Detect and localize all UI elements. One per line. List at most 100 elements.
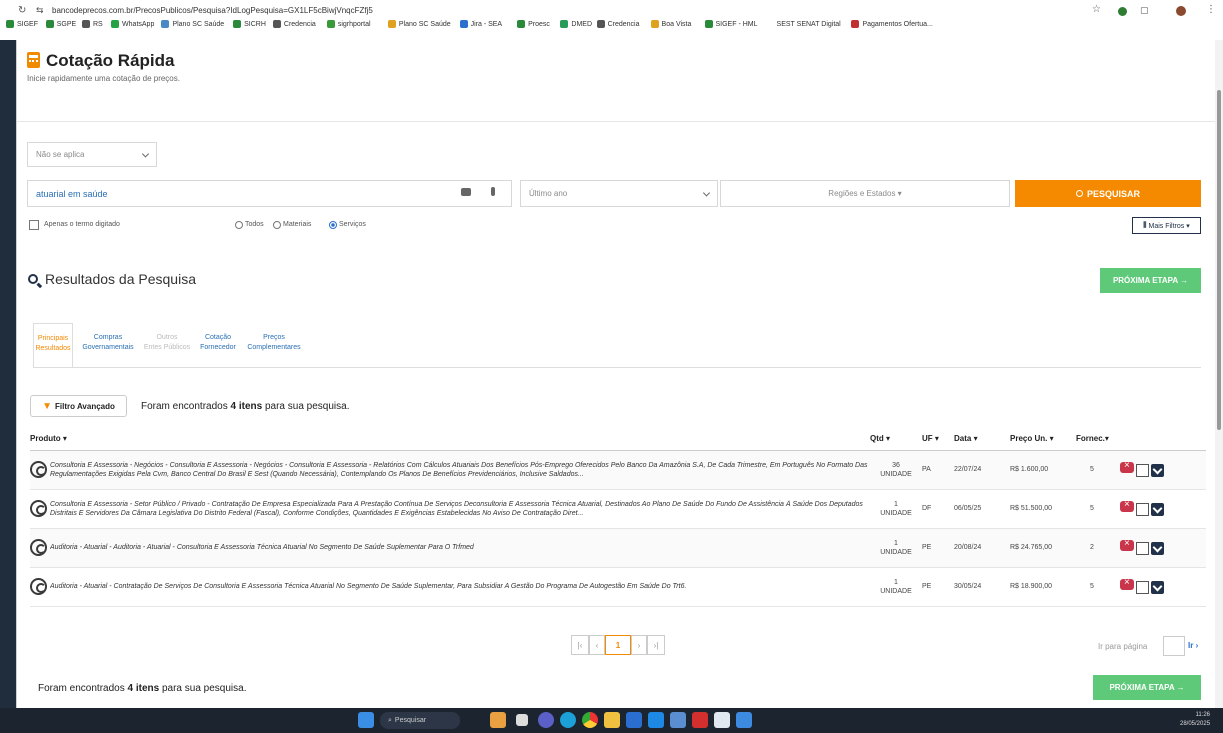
next-step-button-bottom[interactable]: PRÓXIMA ETAPA → bbox=[1093, 675, 1201, 700]
radio-all[interactable] bbox=[235, 221, 243, 229]
bookmark-item[interactable]: Pagamentos Ofertua... bbox=[851, 20, 933, 28]
bookmark-item[interactable]: RS bbox=[81, 20, 103, 28]
remove-icon[interactable] bbox=[1120, 577, 1134, 590]
acrobat-icon[interactable] bbox=[692, 712, 708, 728]
expand-icon[interactable] bbox=[1150, 542, 1164, 556]
orgao-select[interactable]: Não se aplica bbox=[27, 142, 157, 167]
col-product[interactable]: Produto ▾ bbox=[30, 428, 870, 451]
bookmark-item[interactable]: Proesc bbox=[517, 20, 550, 28]
tab-government[interactable]: Compras Governamentais bbox=[77, 333, 139, 353]
search-input[interactable]: atuarial em saúde bbox=[27, 180, 512, 207]
extensions-puzzle-icon[interactable]: ▢ bbox=[1140, 5, 1149, 16]
bookmark-item[interactable]: SICRH bbox=[233, 20, 266, 28]
bookmark-item[interactable]: DMED bbox=[560, 20, 592, 28]
region-select[interactable]: Regiões e Estados ▾ bbox=[720, 180, 1010, 207]
date-value: 30/05/24 bbox=[954, 567, 1010, 607]
select-checkbox[interactable] bbox=[1135, 581, 1149, 595]
col-date[interactable]: Data ▾ bbox=[954, 428, 1010, 451]
bookmark-item[interactable]: Credencia bbox=[596, 20, 640, 28]
windows-start-icon[interactable] bbox=[358, 712, 374, 728]
pager-first[interactable]: |‹ bbox=[571, 635, 589, 655]
table-row[interactable]: Consultoria E Assessoria - Negócios - Co… bbox=[30, 450, 1206, 490]
taskbar-clock[interactable]: 11:26 28/05/2025 bbox=[1180, 711, 1210, 729]
bookmark-item[interactable]: WhatsApp bbox=[111, 20, 154, 28]
qty-value: 1 bbox=[894, 578, 898, 586]
remove-icon[interactable] bbox=[1120, 460, 1134, 473]
qty-unit: UNIDADE bbox=[880, 587, 912, 595]
chrome-icon[interactable] bbox=[582, 712, 598, 728]
bookmark-item[interactable]: SIGEF - HML bbox=[704, 20, 758, 28]
bookmark-item[interactable]: SEST SENAT Digital bbox=[765, 20, 841, 28]
bookmark-item[interactable]: Jira - SEA bbox=[459, 20, 502, 28]
extension-icon[interactable] bbox=[1118, 7, 1127, 16]
col-suppliers[interactable]: Fornec.▾ bbox=[1076, 428, 1120, 451]
product-description[interactable]: Consultoria E Assessoria - Negócios - Co… bbox=[50, 461, 870, 479]
site-info-icon[interactable]: ⇆ bbox=[36, 5, 44, 16]
url-text[interactable]: bancodeprecos.com.br/PrecosPublicos/Pesq… bbox=[52, 6, 373, 15]
bookmark-item[interactable]: Plano SC Saúde bbox=[161, 20, 224, 28]
table-row[interactable]: Consultoria E Assessoria - Setor Público… bbox=[30, 489, 1206, 529]
tab-main-results[interactable]: Principais Resultados bbox=[33, 323, 73, 367]
select-checkbox[interactable] bbox=[1135, 542, 1149, 556]
next-step-button-top[interactable]: PRÓXIMA ETAPA → bbox=[1100, 268, 1201, 293]
bookmark-item[interactable]: SGPE bbox=[45, 20, 76, 28]
pager-next[interactable]: › bbox=[631, 635, 647, 655]
microphone-icon[interactable] bbox=[491, 187, 495, 196]
task-view-icon[interactable] bbox=[516, 714, 528, 726]
pager-current-page[interactable]: 1 bbox=[605, 635, 631, 655]
photos-icon[interactable] bbox=[736, 712, 752, 728]
pager-prev[interactable]: ‹ bbox=[589, 635, 605, 655]
product-description[interactable]: Auditoria - Atuarial - Contratação De Se… bbox=[50, 582, 870, 591]
bookmark-item[interactable]: Credencia bbox=[272, 20, 316, 28]
product-description[interactable]: Consultoria E Assessoria - Setor Público… bbox=[50, 500, 870, 518]
goto-page-input[interactable] bbox=[1163, 636, 1185, 656]
remove-icon[interactable] bbox=[1120, 499, 1134, 512]
search-input-value: atuarial em saúde bbox=[36, 188, 108, 199]
table-row[interactable]: Auditoria - Atuarial - Auditoria - Atuar… bbox=[30, 528, 1206, 568]
pager-last[interactable]: ›| bbox=[647, 635, 665, 655]
radio-services[interactable] bbox=[329, 221, 337, 229]
col-uf[interactable]: UF ▾ bbox=[922, 428, 954, 451]
file-explorer-icon[interactable] bbox=[604, 712, 620, 728]
taskbar-search[interactable]: ⌕ Pesquisar bbox=[380, 712, 460, 729]
bookmark-item[interactable]: SIGEF bbox=[6, 20, 38, 28]
bookmark-item[interactable]: Boa Vista bbox=[650, 20, 691, 28]
product-description[interactable]: Auditoria - Atuarial - Auditoria - Atuar… bbox=[50, 543, 870, 552]
bookmark-star-icon[interactable]: ☆ bbox=[1092, 4, 1101, 15]
qty-unit: UNIDADE bbox=[880, 509, 912, 517]
reload-icon[interactable]: ↻ bbox=[18, 5, 26, 16]
exact-term-checkbox[interactable] bbox=[29, 220, 39, 230]
widgets-icon[interactable] bbox=[490, 712, 506, 728]
bookmark-favicon-icon bbox=[517, 20, 526, 28]
advanced-filter-button[interactable]: ▼ Filtro Avançado bbox=[30, 395, 127, 417]
expand-icon[interactable] bbox=[1150, 581, 1164, 595]
scrollbar-thumb[interactable] bbox=[1217, 90, 1221, 430]
select-checkbox[interactable] bbox=[1135, 464, 1149, 478]
store-icon[interactable] bbox=[648, 712, 664, 728]
bookmark-item[interactable]: Plano SC Saúde bbox=[387, 20, 451, 28]
expand-icon[interactable] bbox=[1150, 503, 1164, 517]
tab-supplier-quote[interactable]: Cotação Fornecedor bbox=[193, 333, 243, 353]
browser-menu-icon[interactable]: ⋮ bbox=[1206, 4, 1216, 15]
select-checkbox[interactable] bbox=[1135, 503, 1149, 517]
lync-icon[interactable] bbox=[626, 712, 642, 728]
tab-other-entities[interactable]: Outros Entes Públicos bbox=[139, 333, 195, 353]
search-button[interactable]: PESQUISAR bbox=[1015, 180, 1201, 207]
edge-icon[interactable] bbox=[560, 712, 576, 728]
table-row[interactable]: Auditoria - Atuarial - Contratação De Se… bbox=[30, 567, 1206, 607]
remove-icon[interactable] bbox=[1120, 538, 1134, 551]
col-qty[interactable]: Qtd ▾ bbox=[870, 428, 922, 451]
remote-desktop-icon[interactable] bbox=[670, 712, 686, 728]
profile-avatar[interactable] bbox=[1176, 6, 1186, 16]
tab-complementary[interactable]: Preços Complementares bbox=[241, 333, 307, 353]
bookmark-item[interactable]: sigrhportal bbox=[326, 20, 371, 28]
period-select[interactable]: Último ano bbox=[520, 180, 718, 207]
col-price[interactable]: Preço Un. ▾ bbox=[1010, 428, 1076, 451]
camera-icon[interactable] bbox=[461, 188, 471, 196]
expand-icon[interactable] bbox=[1150, 464, 1164, 478]
teams-icon[interactable] bbox=[538, 712, 554, 728]
goto-page-button[interactable]: Ir › bbox=[1188, 641, 1198, 650]
more-filters-button[interactable]: ⫼ Mais Filtros ▾ bbox=[1132, 217, 1201, 234]
document-icon[interactable] bbox=[714, 712, 730, 728]
radio-materials[interactable] bbox=[273, 221, 281, 229]
